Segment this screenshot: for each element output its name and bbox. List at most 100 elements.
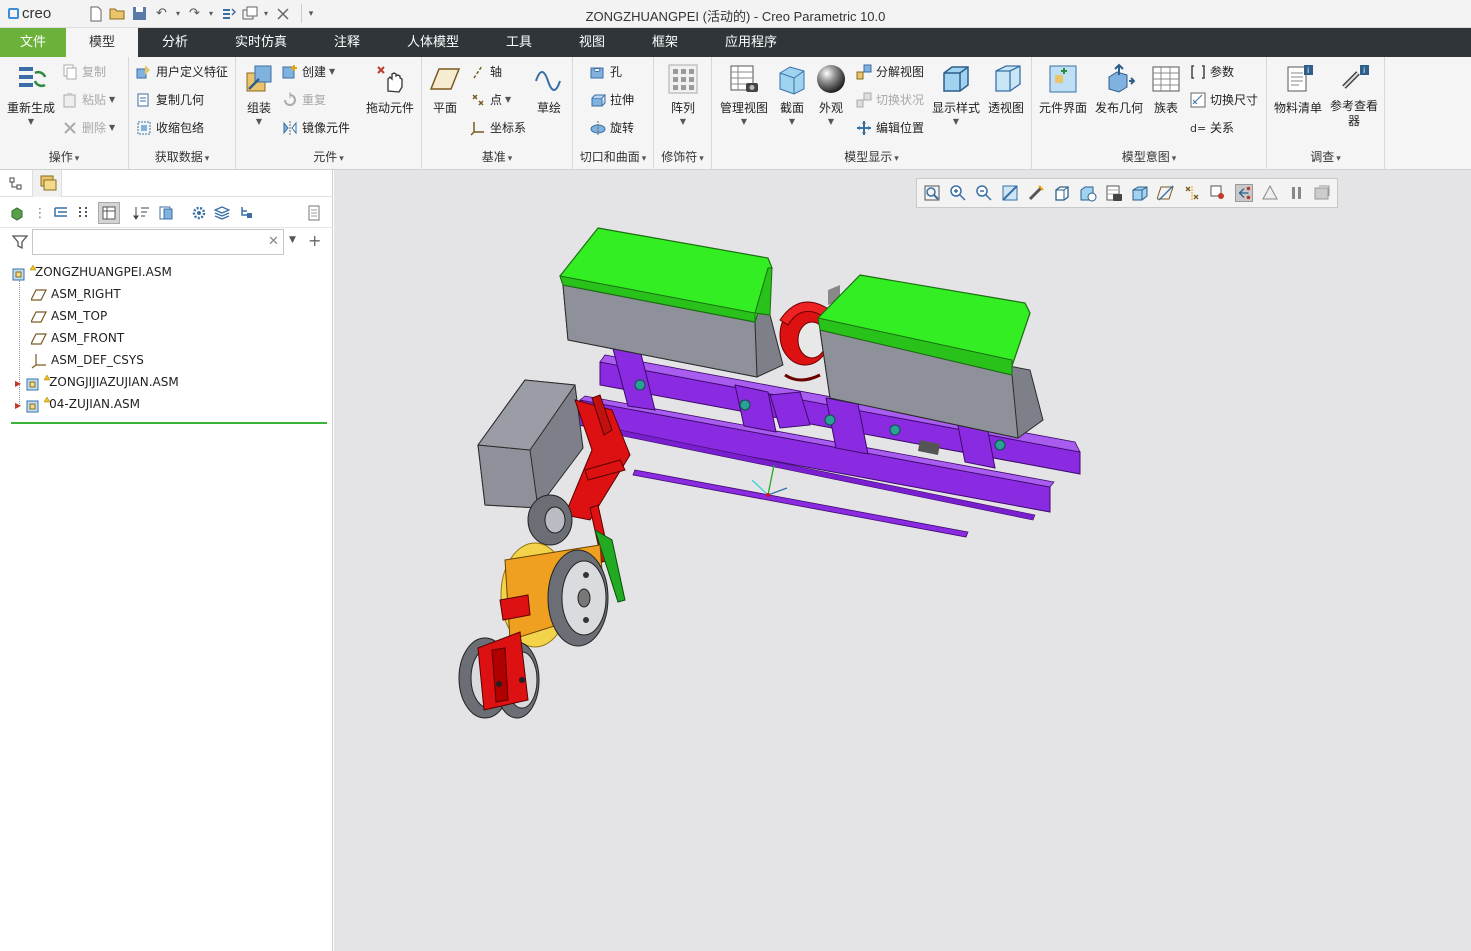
tab-live-simulation[interactable]: 实时仿真 xyxy=(222,28,300,57)
insert-here-marker[interactable] xyxy=(11,422,327,424)
sort-icon[interactable] xyxy=(133,204,151,222)
tab-file[interactable]: 文件 xyxy=(0,28,66,57)
tree-item-root-asm[interactable]: ZONGZHUANGPEI.ASM xyxy=(11,262,172,282)
tree-columns-icon[interactable] xyxy=(75,204,93,222)
display-style-button[interactable]: 显示样式 ▼ xyxy=(930,63,982,126)
graphics-viewport[interactable] xyxy=(334,170,1471,951)
add-column-icon[interactable]: + xyxy=(308,231,321,250)
group-label-modifiers[interactable]: 修饰符 xyxy=(654,148,711,165)
tab-annotate[interactable]: 注释 xyxy=(320,28,374,57)
settings-table-icon[interactable] xyxy=(98,202,120,224)
group-label-datum[interactable]: 基准 xyxy=(422,148,572,165)
tab-analysis[interactable]: 分析 xyxy=(145,28,205,57)
relations-button[interactable]: d= 关系 xyxy=(1190,119,1234,137)
paste-button[interactable]: 粘贴 ▼ xyxy=(62,91,115,109)
gear-icon[interactable] xyxy=(190,204,208,222)
bom-button[interactable]: i 物料清单 xyxy=(1271,63,1325,116)
reference-viewer-button[interactable]: i 参考查看器 xyxy=(1327,63,1381,129)
datum-axis-button[interactable]: 轴 xyxy=(470,63,502,81)
folder-browser-tab-icon[interactable] xyxy=(32,170,62,197)
tree-item-04-zujian[interactable]: ▶ 04-ZUJIAN.ASM xyxy=(15,394,140,414)
tab-tools[interactable]: 工具 xyxy=(492,28,546,57)
dropdown-arrow-icon[interactable]: ▼ xyxy=(6,117,56,126)
create-button[interactable]: 创建 ▼ xyxy=(282,63,335,81)
toggle-status-button[interactable]: 切换状况 xyxy=(856,91,924,109)
component-interface-button[interactable]: 元件界面 xyxy=(1038,63,1088,116)
group-label-cuts-surfaces[interactable]: 切口和曲面 xyxy=(573,148,653,165)
dropdown-arrow-icon[interactable]: ▼ xyxy=(664,117,702,126)
csys-icon xyxy=(470,122,484,136)
tree-item-asm-right[interactable]: ASM_RIGHT xyxy=(31,284,121,304)
family-table-button[interactable]: 族表 xyxy=(1150,63,1182,116)
explode-icon xyxy=(856,64,872,80)
model-3d-view[interactable] xyxy=(334,170,1471,951)
dropdown-arrow-icon[interactable]: ▼ xyxy=(242,117,276,126)
model-tree-tab-icon[interactable] xyxy=(8,176,26,194)
dropdown-arrow-icon[interactable]: ▼ xyxy=(930,117,982,126)
layer-icon[interactable] xyxy=(157,204,175,222)
explode-view-button[interactable]: 分解视图 xyxy=(856,63,924,81)
group-label-model-intent[interactable]: 模型意图 xyxy=(1032,148,1266,165)
tab-view[interactable]: 视图 xyxy=(565,28,619,57)
group-label-get-data[interactable]: 获取数据 xyxy=(129,148,235,165)
tree-item-asm-front[interactable]: ASM_FRONT xyxy=(31,328,124,348)
tab-framework[interactable]: 框架 xyxy=(638,28,692,57)
assembly-icon xyxy=(12,264,37,280)
dropdown-arrow-icon[interactable]: ▼ xyxy=(776,117,808,126)
perspective-button[interactable]: 透视图 xyxy=(986,63,1026,116)
expand-arrow-icon[interactable]: ▶ xyxy=(15,379,21,388)
expand-arrow-icon[interactable]: ▶ xyxy=(15,401,21,410)
datum-point-button[interactable]: 点 ▼ xyxy=(470,91,511,109)
tab-manikin[interactable]: 人体模型 xyxy=(393,28,473,57)
tree-details-icon[interactable] xyxy=(305,204,323,222)
manage-views-button[interactable]: 管理视图 ▼ xyxy=(718,63,770,126)
group-label-component[interactable]: 元件 xyxy=(236,148,421,165)
tree-search-input[interactable] xyxy=(32,229,284,255)
appearance-button[interactable]: 外观 ▼ xyxy=(814,63,848,126)
pattern-button[interactable]: 阵列 ▼ xyxy=(664,63,702,126)
drag-component-button[interactable]: 拖动元件 xyxy=(364,63,416,116)
edit-position-button[interactable]: 编辑位置 xyxy=(856,119,924,137)
search-dropdown-icon[interactable]: ▼ xyxy=(289,235,296,245)
group-label-investigate[interactable]: 调查 xyxy=(1267,148,1384,165)
hierarchy-icon[interactable] xyxy=(237,204,255,222)
revolve-button[interactable]: 旋转 xyxy=(590,119,634,137)
copy-geometry-button[interactable]: 复制几何 xyxy=(136,91,204,109)
udf-button[interactable]: 用户定义特征 xyxy=(136,63,228,81)
assemble-button[interactable]: 组装 ▼ xyxy=(242,63,276,126)
datum-plane-button[interactable]: 平面 xyxy=(426,63,464,116)
tab-model[interactable]: 模型 xyxy=(66,28,138,57)
tree-item-zongjijiazujian[interactable]: ▶ ZONGJIJIAZUJIAN.ASM xyxy=(15,372,179,392)
tree-item-asm-def-csys[interactable]: ASM_DEF_CSYS xyxy=(31,350,144,370)
plane-icon xyxy=(429,68,461,90)
show-icon[interactable] xyxy=(8,204,26,222)
mirror-component-button[interactable]: 镜像元件 xyxy=(282,119,350,137)
parameters-button[interactable]: 参数 xyxy=(1190,63,1234,81)
filter-funnel-icon[interactable] xyxy=(11,233,29,254)
regenerate-button[interactable]: 重新生成 ▼ xyxy=(6,63,56,126)
perspective-icon xyxy=(995,65,1021,92)
publish-geometry-button[interactable]: 发布几何 xyxy=(1094,63,1144,116)
tab-applications[interactable]: 应用程序 xyxy=(712,28,790,57)
toggle-dimensions-button[interactable]: 切换尺寸 xyxy=(1190,91,1258,109)
repeat-button[interactable]: 重复 xyxy=(282,91,326,109)
group-label-operations[interactable]: 操作 xyxy=(0,148,128,165)
group-label-model-display[interactable]: 模型显示 xyxy=(712,148,1031,165)
datum-csys-button[interactable]: 坐标系 xyxy=(470,119,526,137)
hole-button[interactable]: 孔 xyxy=(590,63,622,81)
shrinkwrap-button[interactable]: 收缩包络 xyxy=(136,119,204,137)
tree-filters-icon[interactable] xyxy=(52,204,70,222)
clear-search-icon[interactable]: ✕ xyxy=(268,234,279,249)
section-button[interactable]: 截面 ▼ xyxy=(776,63,808,126)
layers-stack-icon[interactable] xyxy=(213,204,231,222)
csys-icon xyxy=(31,353,46,368)
tree-item-asm-top[interactable]: ASM_TOP xyxy=(31,306,107,326)
dropdown-arrow-icon[interactable]: ▼ xyxy=(814,117,848,126)
delete-button[interactable]: 删除 ▼ xyxy=(62,119,115,137)
parameters-icon xyxy=(1191,65,1205,79)
relations-icon: d= xyxy=(1190,122,1206,135)
sketch-button[interactable]: 草绘 xyxy=(532,63,566,116)
extrude-button[interactable]: 拉伸 xyxy=(590,91,634,109)
dropdown-arrow-icon[interactable]: ▼ xyxy=(718,117,770,126)
copy-button[interactable]: 复制 xyxy=(62,63,106,81)
